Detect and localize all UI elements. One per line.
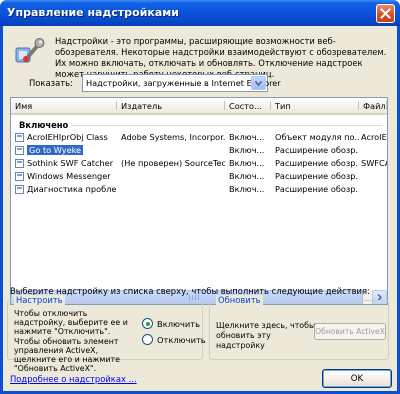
addon-icon [15,145,24,155]
enable-radio-label: Включить [157,318,201,329]
addon-icon [15,132,24,142]
show-label: Показать: [29,78,73,88]
configure-legend: Настроить [14,295,65,305]
column-header-type[interactable]: Тип [271,98,359,113]
row-name: Go to Wyeke [27,145,84,155]
close-button[interactable] [376,4,395,23]
addon-icon [15,171,24,181]
list-header: Имя Издатель Состо... Тип Файл [11,98,387,115]
list-item[interactable]: AcroIEHlprObj Class Adobe Systems, Incor… [11,131,387,143]
radio-indicator [142,334,153,345]
row-file: SWFCAT~... [361,158,388,168]
title-bar[interactable]: Управление надстройками [0,0,400,26]
list-item[interactable]: Диагностика проблем ... Включ... Расшире… [11,183,387,195]
addons-wrench-icon [15,38,45,63]
row-type: Объект модуля по... [275,132,359,142]
column-header-file[interactable]: Файл [359,98,387,113]
show-filter-dropdown[interactable]: Надстройки, загруженные в Internet Explo… [82,74,281,92]
row-name: AcroIEHlprObj Class [27,132,108,142]
group-divider [71,125,383,126]
list-item[interactable]: Sothink SWF Catcher (Не проверен) Source… [11,157,387,169]
learn-more-link[interactable]: Подробнее о надстройках ... [10,374,137,384]
disable-radio-label: Отключить [157,334,206,345]
row-status: Включ... [229,171,265,181]
manage-addons-window: Управление надстройками Надстройки - это… [0,0,400,394]
chevron-down-icon [255,80,262,86]
close-icon [380,8,391,19]
update-group: Обновить Щелкните здесь, чтобы обновить … [209,295,389,360]
configure-description: Чтобы отключить надстройку, выберите ее … [14,309,128,374]
row-status: Включ... [229,158,265,168]
enable-radio[interactable]: Включить [142,318,200,329]
addon-icon [15,184,24,194]
row-type: Расширение обозр... [275,184,359,194]
column-header-status[interactable]: Состо... [225,98,271,113]
window-title: Управление надстройками [7,6,179,19]
row-name: Sothink SWF Catcher [27,158,114,168]
dialog-body: Надстройки - это программы, расширяющие … [3,26,397,391]
update-description: Щелкните здесь, чтобы обновить эту надст… [216,321,316,350]
update-activex-button[interactable]: Обновить ActiveX [314,323,386,340]
list-item-selected[interactable]: Go to Wyeke Включ... Расширение обозр... [11,144,387,156]
row-file: AcroIEHlpr... [361,132,387,142]
radio-selected-indicator [142,318,153,329]
ok-button[interactable]: OK [322,369,392,388]
row-publisher: Adobe Systems, Incorpor... [121,132,225,142]
row-publisher: (Не проверен) SourceTec [121,158,225,168]
addon-icon [15,158,24,168]
row-name: Windows Messenger [27,171,111,181]
disable-radio[interactable]: Отключить [142,334,206,345]
row-name: Диагностика проблем ... [27,184,117,194]
update-legend: Обновить [216,295,263,305]
row-type: Расширение обозр... [275,158,359,168]
row-type: Расширение обозр... [275,171,359,181]
group-title-enabled: Включено [19,120,69,130]
list-item[interactable]: Windows Messenger Включ... Расширение об… [11,170,387,182]
row-type: Расширение обозр... [275,145,359,155]
column-header-name[interactable]: Имя [11,98,117,113]
column-header-publisher[interactable]: Издатель [117,98,225,113]
row-status: Включ... [229,132,265,142]
dropdown-arrow-button[interactable] [251,76,266,90]
row-status: Включ... [229,145,265,155]
addons-list[interactable]: Имя Издатель Состо... Тип Файл Включено … [10,97,388,305]
configure-group: Настроить Чтобы отключить надстройку, вы… [7,295,206,373]
row-status: Включ... [229,184,265,194]
